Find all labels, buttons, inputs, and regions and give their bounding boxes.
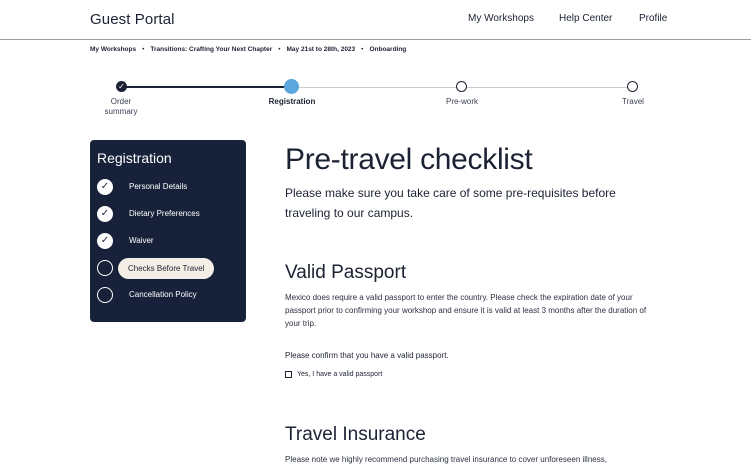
brand-logo[interactable]: Guest Portal — [90, 11, 175, 28]
registration-sidebar: Registration ✓ Personal Details ✓ Dietar… — [90, 140, 246, 322]
section-heading-passport: Valid Passport — [285, 262, 407, 283]
breadcrumb-workshop[interactable]: Transitions: Crafting Your Next Chapter — [150, 46, 272, 53]
section-heading-insurance: Travel Insurance — [285, 424, 426, 445]
empty-circle-icon — [97, 287, 113, 303]
passport-confirm-prompt: Please confirm that you have a valid pas… — [285, 351, 449, 360]
nav-profile[interactable]: Profile — [639, 13, 667, 24]
check-icon: ✓ — [97, 206, 113, 222]
step-travel-marker[interactable] — [627, 81, 638, 92]
step-order-summary-check-icon[interactable]: ✓ — [116, 81, 127, 92]
step-registration-marker[interactable] — [284, 79, 299, 94]
top-header: Guest Portal My Workshops Help Center Pr… — [0, 0, 751, 40]
step-label-travel[interactable]: Travel — [612, 97, 654, 107]
breadcrumb-onboarding: Onboarding — [369, 46, 407, 53]
breadcrumb-dates[interactable]: May 21st to 28th, 2023 — [287, 46, 356, 53]
passport-description: Mexico does require a valid passport to … — [285, 293, 647, 328]
sidebar-item-label: Waiver — [129, 236, 154, 245]
step-label-order-summary[interactable]: Order summary — [96, 97, 146, 117]
step-pre-work-marker[interactable] — [456, 81, 467, 92]
nav-my-workshops[interactable]: My Workshops — [468, 13, 534, 24]
breadcrumb: My Workshops • Transitions: Crafting Your … — [90, 46, 406, 53]
breadcrumb-separator: • — [142, 46, 145, 53]
insurance-description: Please note we highly recommend purchasi… — [285, 455, 607, 464]
sidebar-item-checks-before-travel[interactable]: Checks Before Travel — [97, 258, 237, 279]
sidebar-item-label: Cancellation Policy — [129, 290, 197, 299]
page-lead: Please make sure you take care of some p… — [285, 186, 616, 220]
check-icon: ✓ — [97, 233, 113, 249]
sidebar-item-label-current: Checks Before Travel — [118, 258, 215, 279]
page-title: Pre-travel checklist — [285, 143, 533, 176]
step-label-pre-work[interactable]: Pre-work — [436, 97, 488, 107]
empty-circle-icon — [97, 260, 113, 276]
sidebar-item-personal-details[interactable]: ✓ Personal Details — [97, 177, 237, 197]
sidebar-item-label: Dietary Preferences — [129, 209, 200, 218]
breadcrumb-separator: • — [361, 46, 364, 53]
sidebar-item-cancellation-policy[interactable]: Cancellation Policy — [97, 285, 237, 305]
sidebar-item-label: Personal Details — [129, 182, 188, 191]
sidebar-title: Registration — [97, 150, 172, 166]
progress-stepper: ✓ Order summary Registration Pre-work Tr… — [0, 78, 751, 123]
stepper-track-complete — [121, 86, 291, 88]
sidebar-item-dietary-preferences[interactable]: ✓ Dietary Preferences — [97, 204, 237, 224]
breadcrumb-my-workshops[interactable]: My Workshops — [90, 46, 136, 53]
sidebar-item-waiver[interactable]: ✓ Waiver — [97, 231, 237, 251]
nav-help-center[interactable]: Help Center — [559, 13, 612, 24]
passport-checkbox[interactable] — [285, 371, 292, 378]
check-icon: ✓ — [97, 179, 113, 195]
breadcrumb-separator: • — [278, 46, 281, 53]
passport-checkbox-label[interactable]: Yes, I have a valid passport — [297, 369, 382, 380]
step-label-registration[interactable]: Registration — [256, 97, 328, 107]
